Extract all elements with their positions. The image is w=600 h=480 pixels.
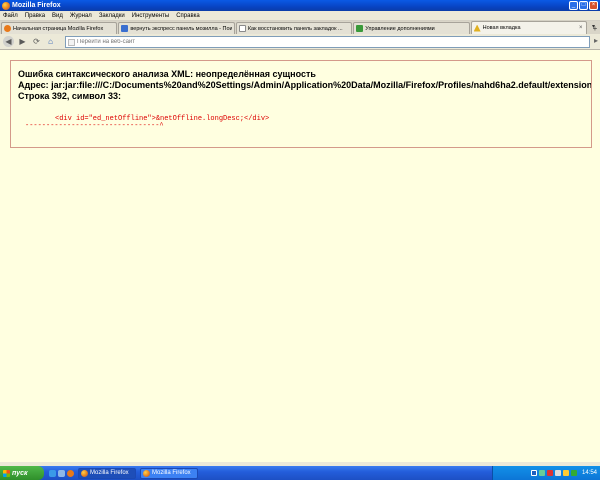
security-icon[interactable] bbox=[570, 470, 577, 476]
error-position: Строка 392, символ 33: bbox=[18, 91, 122, 101]
error-title: Ошибка синтаксического анализа XML: неоп… bbox=[18, 69, 316, 79]
tab-label: Начальная страница Mozilla Firefox bbox=[13, 25, 104, 32]
firefox-icon bbox=[2, 1, 10, 10]
firefox-icon bbox=[143, 469, 150, 477]
menubar: Файл Правка Вид Журнал Закладки Инструме… bbox=[0, 11, 600, 21]
window-titlebar: Mozilla Firefox _ □ × bbox=[0, 0, 600, 11]
page-content: Ошибка синтаксического анализа XML: неоп… bbox=[0, 51, 600, 462]
tab-label: Новая вкладка bbox=[482, 25, 521, 31]
menu-help[interactable]: Справка bbox=[176, 13, 200, 19]
minimize-button[interactable]: _ bbox=[569, 1, 578, 10]
firefox-quicklaunch-icon[interactable] bbox=[67, 469, 74, 477]
start-label: пуск bbox=[12, 469, 28, 477]
start-button[interactable]: пуск bbox=[0, 466, 44, 480]
desktop-icon[interactable] bbox=[58, 469, 65, 477]
page-icon bbox=[68, 38, 75, 46]
task-label: Mozilla Firefox bbox=[152, 470, 191, 476]
menu-file[interactable]: Файл bbox=[3, 13, 18, 19]
xml-parse-error: Ошибка синтаксического анализа XML: неоп… bbox=[10, 60, 592, 148]
tab-restore-bookmarks[interactable]: Как восстановить панель закладок ... bbox=[235, 22, 353, 34]
menu-tools[interactable]: Инструменты bbox=[132, 13, 169, 19]
home-button[interactable]: ⌂ bbox=[45, 36, 56, 47]
window-title: Mozilla Firefox bbox=[12, 2, 61, 9]
close-tab-icon[interactable]: × bbox=[579, 25, 584, 31]
task-label: Mozilla Firefox bbox=[90, 470, 129, 476]
tab-start-page[interactable]: Начальная страница Mozilla Firefox bbox=[1, 22, 118, 34]
language-icon[interactable] bbox=[530, 470, 537, 476]
taskbar: пуск Mozilla Firefox Mozilla Firefox 14:… bbox=[0, 466, 600, 480]
back-button[interactable]: ◀ bbox=[3, 36, 14, 47]
quick-launch bbox=[49, 469, 74, 477]
menu-edit[interactable]: Правка bbox=[25, 13, 45, 19]
tab-bar: Начальная страница Mozilla Firefox верну… bbox=[0, 21, 600, 34]
menu-bookmarks[interactable]: Закладки bbox=[99, 13, 125, 19]
ie-icon[interactable] bbox=[49, 469, 56, 477]
taskbar-item-firefox-2[interactable]: Mozilla Firefox bbox=[140, 467, 198, 479]
clock: 14:54 bbox=[581, 470, 597, 476]
tab-label: вернуть экспресс панель мозилла - Пои... bbox=[130, 25, 232, 32]
menu-history[interactable]: Журнал bbox=[70, 13, 92, 19]
warning-icon bbox=[473, 24, 481, 32]
close-button[interactable]: × bbox=[589, 1, 598, 10]
reload-button[interactable]: ⟳ bbox=[31, 36, 42, 47]
url-input[interactable] bbox=[77, 39, 577, 45]
tray-app-icon[interactable] bbox=[562, 470, 569, 476]
firefox-page-icon bbox=[4, 25, 11, 32]
tab-new-tab[interactable]: Новая вкладка × bbox=[470, 21, 588, 34]
tab-addons[interactable]: Управление дополнениями bbox=[353, 22, 470, 34]
tab-label: Управление дополнениями bbox=[365, 25, 435, 32]
error-marker: --------------------------------^ bbox=[25, 122, 164, 130]
address-bar[interactable] bbox=[65, 36, 590, 48]
taskbar-item-firefox-1[interactable]: Mozilla Firefox bbox=[78, 467, 136, 479]
antivirus-icon[interactable] bbox=[546, 470, 553, 476]
error-address: Адрес: jar:jar:file:///C:/Documents%20an… bbox=[18, 80, 592, 90]
search-page-icon bbox=[121, 25, 129, 32]
firefox-icon bbox=[81, 469, 88, 477]
maximize-button[interactable]: □ bbox=[579, 1, 588, 10]
window-controls: _ □ × bbox=[569, 1, 598, 10]
puzzle-icon bbox=[356, 25, 364, 32]
volume-icon[interactable] bbox=[554, 470, 561, 476]
tab-list-chevron-icon[interactable]: ▾ bbox=[589, 23, 598, 32]
network-icon[interactable] bbox=[538, 470, 545, 476]
tab-search[interactable]: вернуть экспресс панель мозилла - Пои... bbox=[118, 22, 235, 34]
tab-label: Как восстановить панель закладок ... bbox=[247, 25, 343, 32]
forward-button[interactable]: ▶ bbox=[17, 36, 28, 47]
menu-chevron-icon[interactable]: ▸ bbox=[594, 36, 598, 45]
system-tray: 14:54 bbox=[492, 466, 600, 480]
document-icon bbox=[238, 25, 246, 32]
menu-view[interactable]: Вид bbox=[52, 13, 63, 19]
windows-logo-icon bbox=[3, 469, 10, 477]
